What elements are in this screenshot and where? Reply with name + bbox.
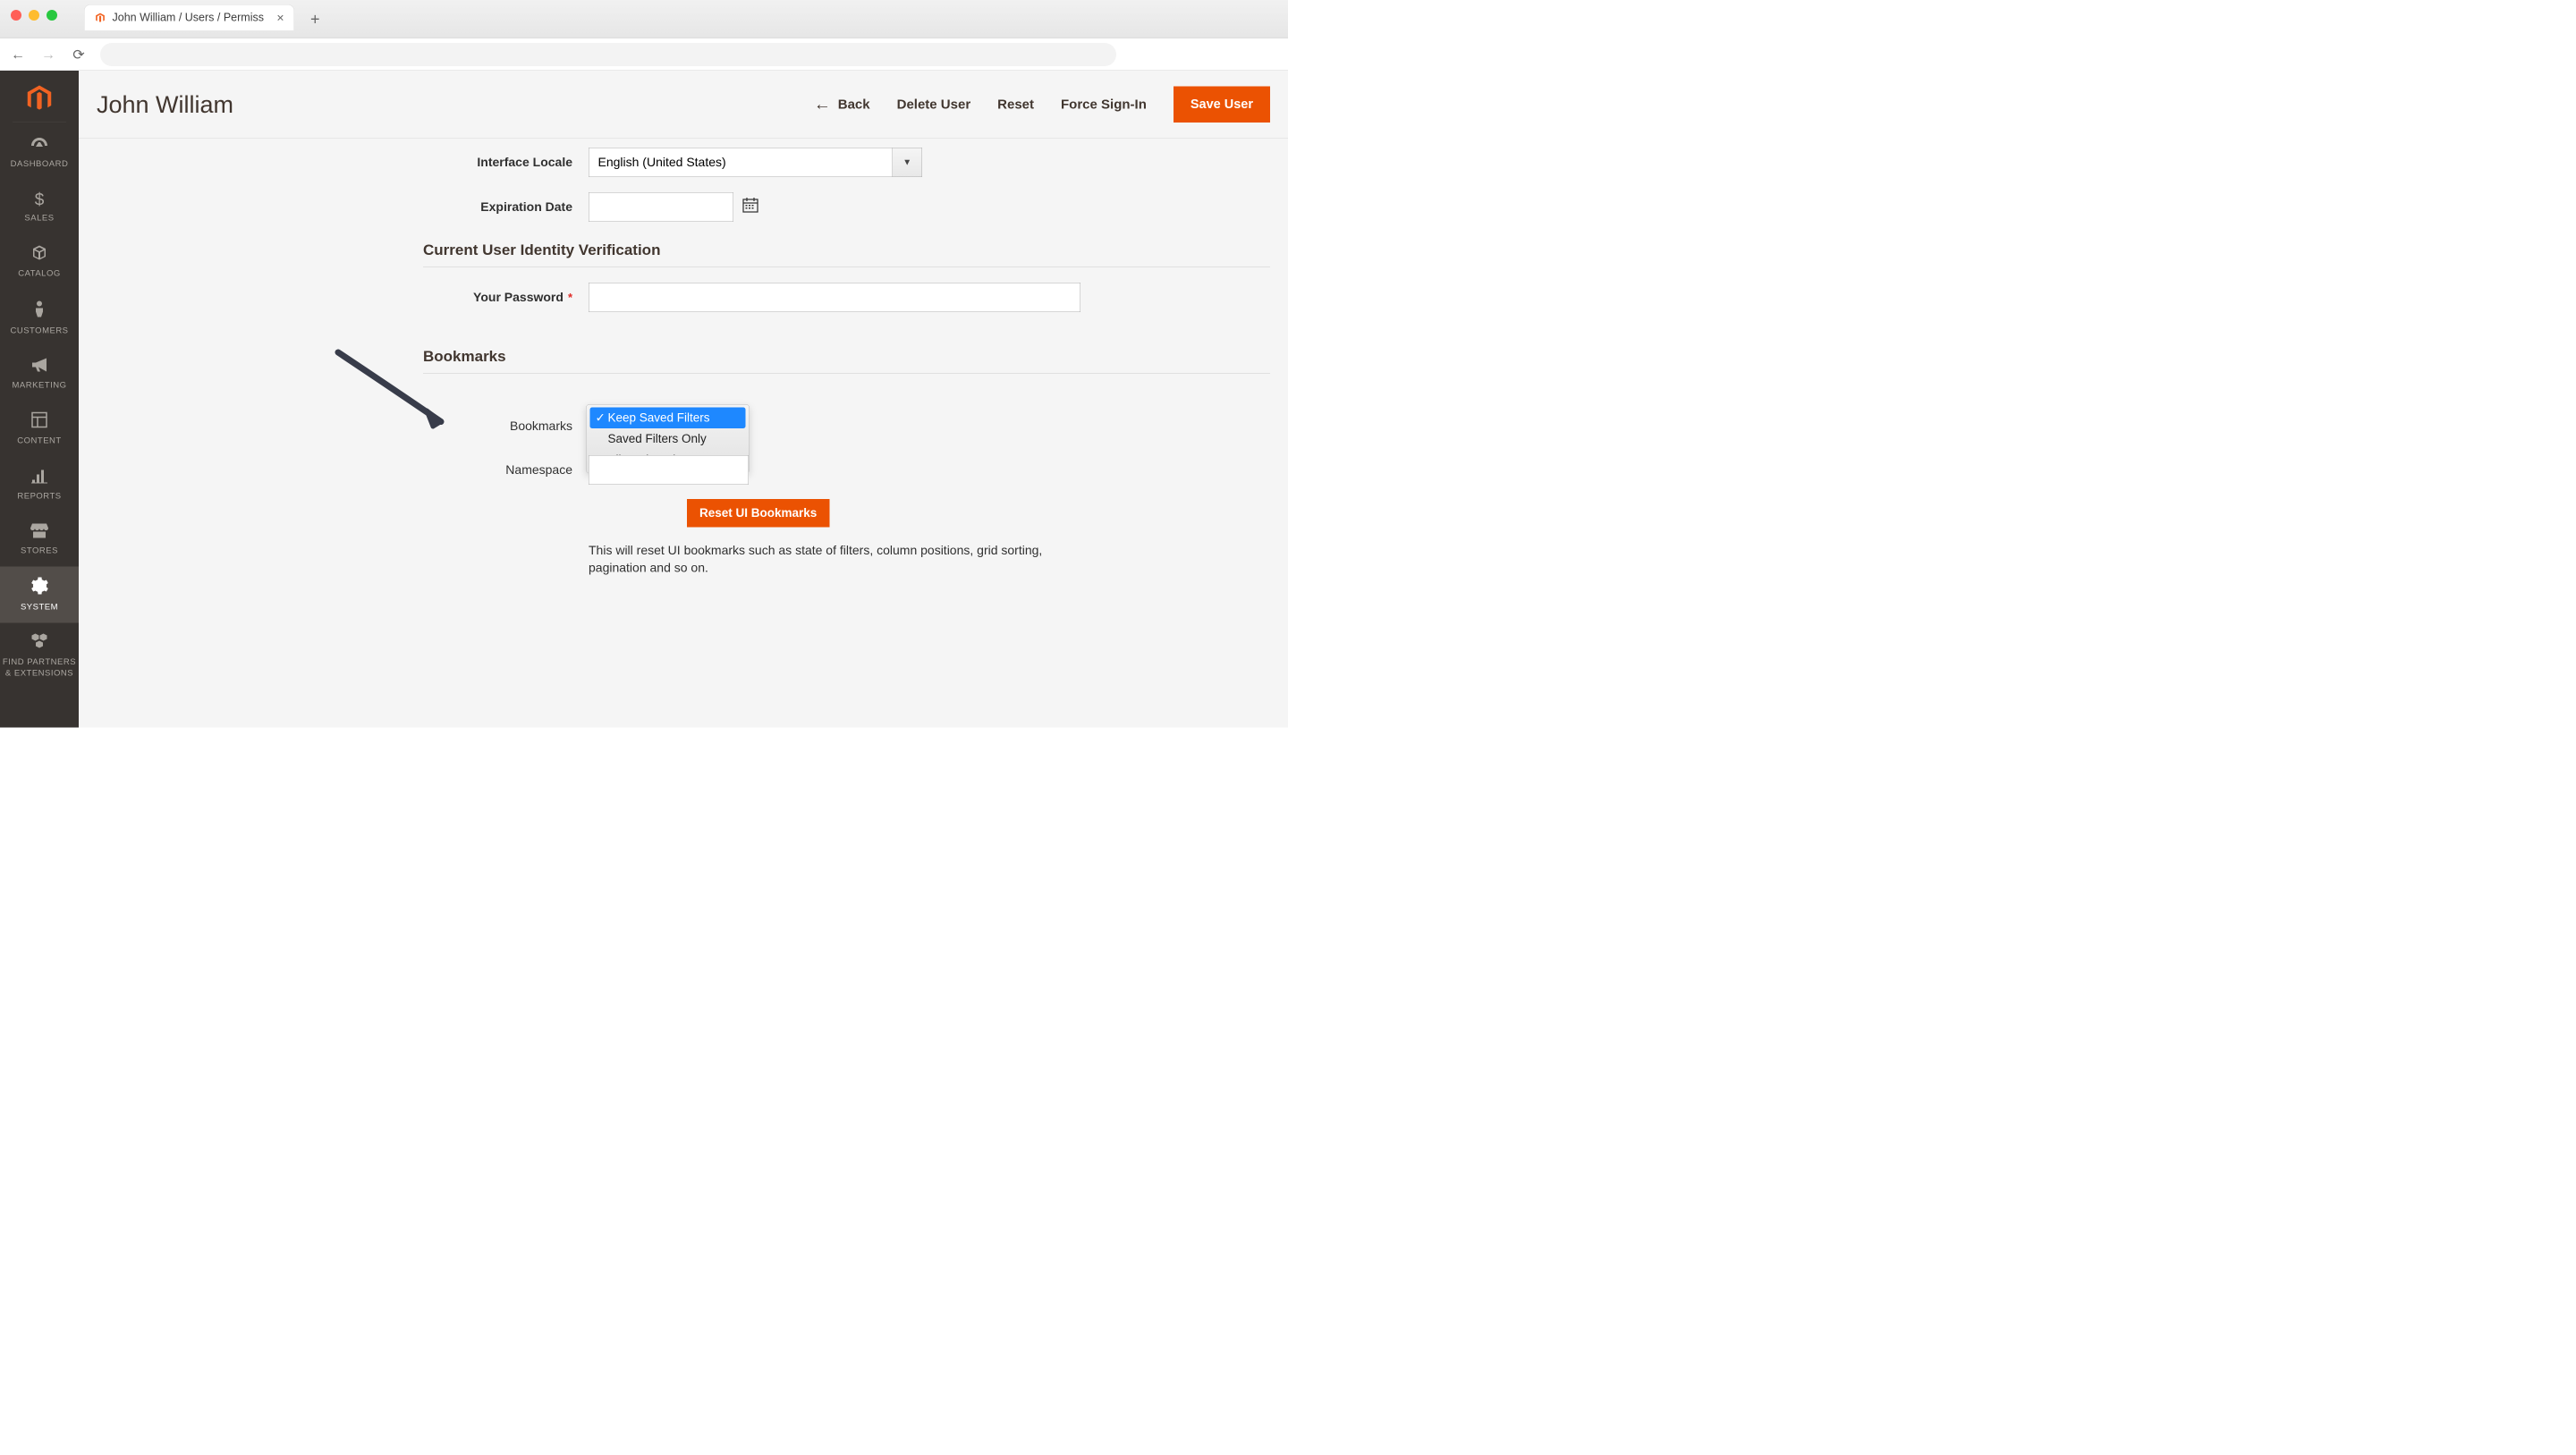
sidebar-item-customers[interactable]: CUSTOMERS [0,290,79,347]
tab-title: John William / Users / Permiss [113,12,264,25]
expiration-date-label: Expiration Date [423,200,589,215]
bookmarks-field: Bookmarks Keep Saved Filters Saved Filte… [423,411,1270,441]
sidebar-item-content[interactable]: CONTENT [0,402,79,457]
store-icon [30,523,48,543]
sidebar-item-partners[interactable]: FIND PARTNERS& EXTENSIONS [0,623,79,690]
dashboard-icon [30,136,48,156]
browser-toolbar: ← → ⟳ [0,38,1288,71]
sidebar-label: FIND PARTNERS& EXTENSIONS [3,657,76,680]
sidebar-item-stores[interactable]: STORES [0,512,79,567]
arrow-left-icon: ← [814,95,831,114]
url-bar[interactable] [100,43,1116,66]
sidebar-item-system[interactable]: SYSTEM [0,567,79,623]
namespace-label: Namespace [423,463,589,478]
select-dropdown-button[interactable]: ▼ [893,148,922,177]
header-actions: ← Back Delete User Reset Force Sign-In S… [814,87,1270,123]
bookmarks-heading: Bookmarks [423,348,1270,374]
expiration-date-input[interactable] [589,192,733,222]
dropdown-option-saved-only[interactable]: Saved Filters Only [590,428,746,450]
gear-icon [31,578,48,599]
calendar-icon[interactable] [741,196,759,218]
interface-locale-label: Interface Locale [423,156,589,170]
box-icon [31,245,47,266]
bars-icon [31,468,47,488]
close-window-button[interactable] [11,10,21,21]
browser-back-button[interactable]: ← [9,47,27,63]
magento-favicon [95,12,106,23]
sidebar-item-dashboard[interactable]: DASHBOARD [0,125,79,180]
page-title: John William [97,90,233,118]
browser-tab[interactable]: John William / Users / Permiss × [84,4,294,30]
sidebar-item-marketing[interactable]: MARKETING [0,347,79,402]
browser-reload-button[interactable]: ⟳ [70,46,88,63]
password-input[interactable] [589,283,1080,312]
maximize-window-button[interactable] [47,10,57,21]
tab-close-icon[interactable]: × [276,11,284,25]
save-user-button[interactable]: Save User [1174,87,1270,123]
reset-button[interactable]: Reset [997,97,1034,112]
namespace-select[interactable] [589,455,749,485]
force-signin-button[interactable]: Force Sign-In [1061,97,1147,112]
main-content: John William ← Back Delete User Reset Fo… [79,71,1288,728]
browser-tab-bar: John William / Users / Permiss × + [0,0,1288,38]
delete-user-button[interactable]: Delete User [897,97,971,112]
sidebar-item-reports[interactable]: REPORTS [0,457,79,512]
new-tab-button[interactable]: + [310,10,320,29]
reset-bookmarks-button[interactable]: Reset UI Bookmarks [687,499,829,528]
admin-sidebar: DASHBOARD $ SALES CATALOG CUSTOMERS MARK… [0,71,79,728]
sidebar-label: CONTENT [17,436,61,446]
back-button[interactable]: ← Back [814,95,870,114]
password-label: Your Password* [423,291,589,305]
megaphone-icon [30,358,48,377]
sidebar-label: CATALOG [18,269,60,279]
interface-locale-field: Interface Locale ▼ [423,148,1270,177]
sidebar-label: SYSTEM [21,603,58,613]
sidebar-label: DASHBOARD [11,159,69,169]
sidebar-item-sales[interactable]: $ SALES [0,180,79,234]
minimize-window-button[interactable] [29,10,39,21]
back-label: Back [838,97,870,112]
layout-icon [31,412,47,433]
bookmarks-label: Bookmarks [423,419,589,434]
namespace-field: Namespace [423,455,1270,485]
magento-logo-icon [28,85,52,112]
sidebar-label: SALES [24,214,54,224]
window-controls [11,10,57,21]
interface-locale-select[interactable] [589,148,893,177]
sidebar-label: CUSTOMERS [10,326,68,336]
verification-heading: Current User Identity Verification [423,241,1270,267]
browser-forward-button[interactable]: → [39,47,57,63]
blocks-icon [31,634,48,654]
dollar-icon: $ [35,190,45,210]
help-text: This will reset UI bookmarks such as sta… [589,542,1080,577]
expiration-date-field: Expiration Date [423,192,1270,222]
sidebar-item-catalog[interactable]: CATALOG [0,234,79,290]
person-icon [34,300,45,323]
sidebar-label: MARKETING [13,381,67,391]
reset-bookmarks-row: Reset UI Bookmarks [423,499,1270,528]
password-field: Your Password* [423,283,1270,312]
dropdown-option-keep-saved[interactable]: Keep Saved Filters [590,408,746,429]
page-header: John William ← Back Delete User Reset Fo… [79,71,1288,139]
sidebar-label: STORES [21,546,58,556]
sidebar-label: REPORTS [17,492,61,502]
logo[interactable] [13,75,66,123]
help-text-row: This will reset UI bookmarks such as sta… [423,542,1270,577]
